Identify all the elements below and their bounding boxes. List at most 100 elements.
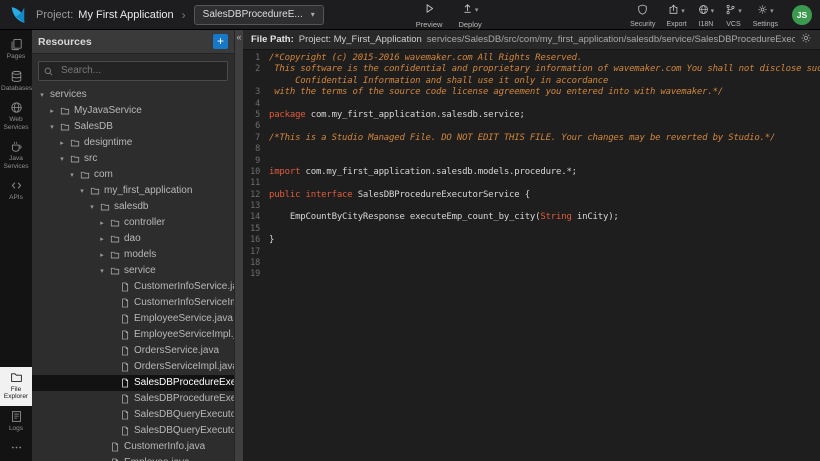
- topbar-actions: Preview ▾Deploy: [416, 1, 482, 29]
- caret-down-icon[interactable]: ▾: [88, 203, 96, 211]
- editor-settings-gear-icon[interactable]: [800, 32, 812, 47]
- topbar-security-button[interactable]: Security: [630, 2, 655, 28]
- add-resource-button[interactable]: +: [213, 34, 228, 49]
- tree-file-salesdbqueryexecutorser[interactable]: SalesDBQueryExecutorSer...: [32, 423, 234, 439]
- caret-right-icon[interactable]: ▸: [98, 219, 106, 227]
- caret-right-icon[interactable]: ▸: [48, 107, 56, 115]
- code-token: String: [540, 212, 571, 222]
- sidebar-item-databases[interactable]: Databases: [0, 66, 32, 98]
- caret-down-icon[interactable]: ▾: [48, 123, 56, 131]
- tree-item-label: src: [84, 153, 97, 164]
- code-line: 5package com.my_first_application.salesd…: [243, 110, 820, 121]
- tree-file-customerinfo-java[interactable]: CustomerInfo.java: [32, 439, 234, 455]
- tree-folder-salesdb[interactable]: ▾SalesDB: [32, 119, 234, 135]
- tree-folder-dao[interactable]: ▸dao: [32, 231, 234, 247]
- caret-right-icon[interactable]: ▸: [58, 139, 66, 147]
- avatar[interactable]: JS: [792, 5, 812, 25]
- sidebar-item-java-services[interactable]: Java Services: [0, 136, 32, 175]
- code-line: 19: [243, 269, 820, 280]
- tree-file-ordersserviceimpl-java[interactable]: OrdersServiceImpl.java: [32, 359, 234, 375]
- tree-folder-services[interactable]: ▾services: [32, 87, 234, 103]
- tree-folder-myjavaservice[interactable]: ▸MyJavaService: [32, 103, 234, 119]
- topbar-export-button[interactable]: ▾Export: [666, 2, 686, 28]
- collapse-panel-button[interactable]: «: [236, 30, 241, 44]
- code-token: import: [269, 167, 306, 177]
- code-editor[interactable]: 1/*Copyright (c) 2015-2016 wavemaker.com…: [243, 50, 820, 461]
- project-name[interactable]: My First Application: [78, 9, 173, 21]
- line-number: 3: [243, 87, 269, 98]
- tree-file-ordersservice-java[interactable]: OrdersService.java: [32, 343, 234, 359]
- code-token: package: [269, 110, 311, 120]
- line-number: 17: [243, 247, 269, 258]
- tree-item-label: OrdersServiceImpl.java: [134, 361, 234, 372]
- sidebar-item-more[interactable]: [0, 437, 32, 461]
- file-path-label: File Path:: [251, 34, 294, 45]
- code-token: com.my_first_application.salesdb.service…: [311, 110, 525, 120]
- tree-folder-designtime[interactable]: ▸designtime: [32, 135, 234, 151]
- file-path-bar: File Path: Project: My_First_Application…: [243, 30, 820, 50]
- tree-file-customerinfoserviceimpl-j[interactable]: CustomerInfoServiceImpl.j...: [32, 295, 234, 311]
- caret-down-icon[interactable]: ▾: [78, 187, 86, 195]
- folder-icon: [100, 202, 110, 212]
- search-input[interactable]: [38, 61, 228, 81]
- folder-icon: [70, 138, 80, 148]
- tree-folder-src[interactable]: ▾ src: [32, 151, 234, 167]
- caret-down-icon[interactable]: ▾: [68, 171, 76, 179]
- deploy-icon: [462, 1, 473, 19]
- code-token: public interface: [269, 190, 358, 200]
- tree-item-label: CustomerInfoService.java: [134, 281, 234, 292]
- tree-file-employee-java[interactable]: Employee.java: [32, 455, 234, 461]
- code-line: Confidential Information and shall use i…: [243, 76, 820, 87]
- utility-label: VCS: [726, 21, 740, 28]
- caret-right-icon[interactable]: ▸: [98, 251, 106, 259]
- caret-down-icon[interactable]: ▾: [98, 267, 106, 275]
- topbar-vcs-button[interactable]: ▾VCS: [725, 2, 742, 28]
- tree-folder-service[interactable]: ▾service: [32, 263, 234, 279]
- folder-icon: [110, 234, 120, 244]
- sidebar-item-file-explorer[interactable]: File Explorer: [0, 367, 32, 406]
- globe-icon: [1, 101, 31, 114]
- tree-folder-my-first-application[interactable]: ▾my_first_application: [32, 183, 234, 199]
- sidebar-item-web-services[interactable]: Web Services: [0, 97, 32, 136]
- line-number: 10: [243, 167, 269, 178]
- code-token: com.my_first_application.salesdb.models.…: [306, 167, 577, 177]
- tree-file-salesdbprocedureexecut[interactable]: SalesDBProcedureExecut...: [32, 375, 234, 391]
- tree-file-salesdbqueryexecutorser[interactable]: SalesDBQueryExecutorSer...: [32, 407, 234, 423]
- tree-file-customerinfoservice-java[interactable]: CustomerInfoService.java: [32, 279, 234, 295]
- code-line: 6: [243, 121, 820, 132]
- topbar: Project: My First Application › SalesDBP…: [0, 0, 820, 30]
- panel-scroll-strip[interactable]: «: [234, 30, 243, 461]
- topbar-i18n-button[interactable]: ▾I18N: [698, 2, 715, 28]
- file-selector-dropdown[interactable]: SalesDBProcedureE... ▾: [194, 5, 324, 25]
- tree-folder-models[interactable]: ▸models: [32, 247, 234, 263]
- tree-file-employeeserviceimpl-java[interactable]: EmployeeServiceImpl.java: [32, 327, 234, 343]
- code-text: This software is the confidential and pr…: [269, 64, 820, 75]
- wavemaker-logo-icon[interactable]: [8, 5, 28, 25]
- tree-file-employeeservice-java[interactable]: EmployeeService.java: [32, 311, 234, 327]
- tree-folder-com[interactable]: ▾ com: [32, 167, 234, 183]
- topbar-preview-button[interactable]: Preview: [416, 1, 443, 29]
- line-number: 13: [243, 201, 269, 212]
- folder-icon: [90, 186, 100, 196]
- tree-item-label: Employee.java: [124, 457, 190, 461]
- chevron-down-icon: ▾: [681, 7, 685, 15]
- folder-icon: [110, 218, 120, 228]
- sidebar-item-logs[interactable]: Logs: [0, 406, 32, 438]
- sidebar-item-apis[interactable]: APIs: [0, 175, 32, 207]
- caret-down-icon[interactable]: ▾: [38, 91, 46, 99]
- tree-item-label: SalesDBProcedureExecut...: [134, 377, 234, 388]
- code-token: SalesDBProcedureExecutorService {: [358, 190, 530, 200]
- tree-file-salesdbprocedureexecuto[interactable]: SalesDBProcedureExecuto...: [32, 391, 234, 407]
- tree-folder-salesdb[interactable]: ▾salesdb: [32, 199, 234, 215]
- caret-down-icon[interactable]: ▾: [58, 155, 66, 163]
- file-icon: [120, 410, 130, 420]
- tree-item-label: com: [94, 169, 113, 180]
- caret-right-icon[interactable]: ▸: [98, 235, 106, 243]
- topbar-deploy-button[interactable]: ▾Deploy: [458, 1, 481, 29]
- tree-item-label: SalesDBQueryExecutorSer...: [134, 409, 234, 420]
- tree-item-label: CustomerInfoServiceImpl.j...: [134, 297, 234, 308]
- code-line: 1/*Copyright (c) 2015-2016 wavemaker.com…: [243, 53, 820, 64]
- topbar-settings-button[interactable]: ▾Settings: [753, 2, 778, 28]
- tree-folder-controller[interactable]: ▸controller: [32, 215, 234, 231]
- sidebar-item-pages[interactable]: Pages: [0, 34, 32, 66]
